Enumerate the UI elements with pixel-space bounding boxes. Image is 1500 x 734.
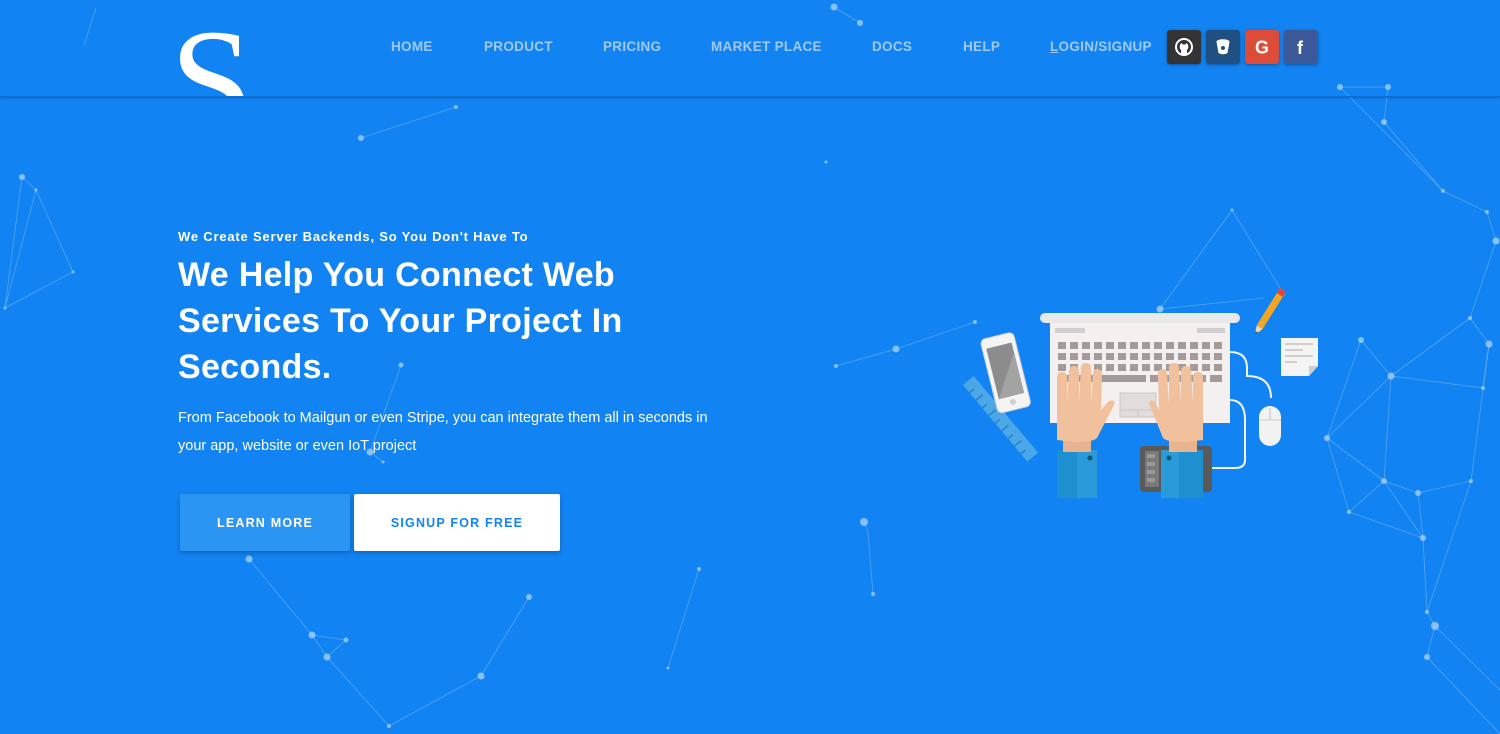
- svg-text:f: f: [1297, 38, 1304, 57]
- signup-free-button[interactable]: SIGNUP FOR FREE: [354, 494, 560, 551]
- facebook-login-button[interactable]: f: [1284, 30, 1318, 64]
- nav-login-signup[interactable]: LOGIN/SIGNUP: [1050, 39, 1152, 54]
- facebook-icon: f: [1297, 38, 1304, 57]
- nav-product[interactable]: PRODUCT: [484, 39, 553, 54]
- nav-pricing[interactable]: PRICING: [603, 39, 661, 54]
- github-login-button[interactable]: [1167, 30, 1201, 64]
- nav-docs[interactable]: DOCS: [872, 39, 912, 54]
- hero-tagline: We Create Server Backends, So You Don't …: [178, 229, 529, 244]
- login-rest: OGIN/SIGNUP: [1058, 39, 1152, 54]
- github-icon: [1175, 38, 1193, 56]
- svg-text:G: G: [1255, 38, 1269, 58]
- bitbucket-icon: [1216, 39, 1230, 55]
- nav-home[interactable]: HOME: [391, 39, 433, 54]
- google-icon: G: [1255, 38, 1269, 58]
- bitbucket-login-button[interactable]: [1206, 30, 1240, 64]
- learn-more-button[interactable]: LEARN MORE: [180, 494, 350, 551]
- nav-help[interactable]: HELP: [963, 39, 1000, 54]
- brand-logo[interactable]: S: [176, 14, 244, 96]
- svg-text:S: S: [176, 14, 244, 96]
- developer-workspace-illustration: [963, 288, 1318, 498]
- s-logo-icon: S: [176, 14, 244, 96]
- pencil-icon: [1254, 288, 1286, 335]
- nav-market-place[interactable]: MARKET PLACE: [711, 39, 822, 54]
- google-login-button[interactable]: G: [1245, 30, 1279, 64]
- top-navbar: S HOME PRODUCT PRICING MARKET PLACE DOCS…: [0, 0, 1500, 97]
- login-initial: L: [1050, 39, 1059, 54]
- note-icon: [1281, 338, 1318, 376]
- hero-headline: We Help You Connect Web Services To Your…: [178, 256, 623, 386]
- hero-description: From Facebook to Mailgun or even Stripe,…: [178, 410, 708, 454]
- mouse-icon: [1229, 351, 1281, 446]
